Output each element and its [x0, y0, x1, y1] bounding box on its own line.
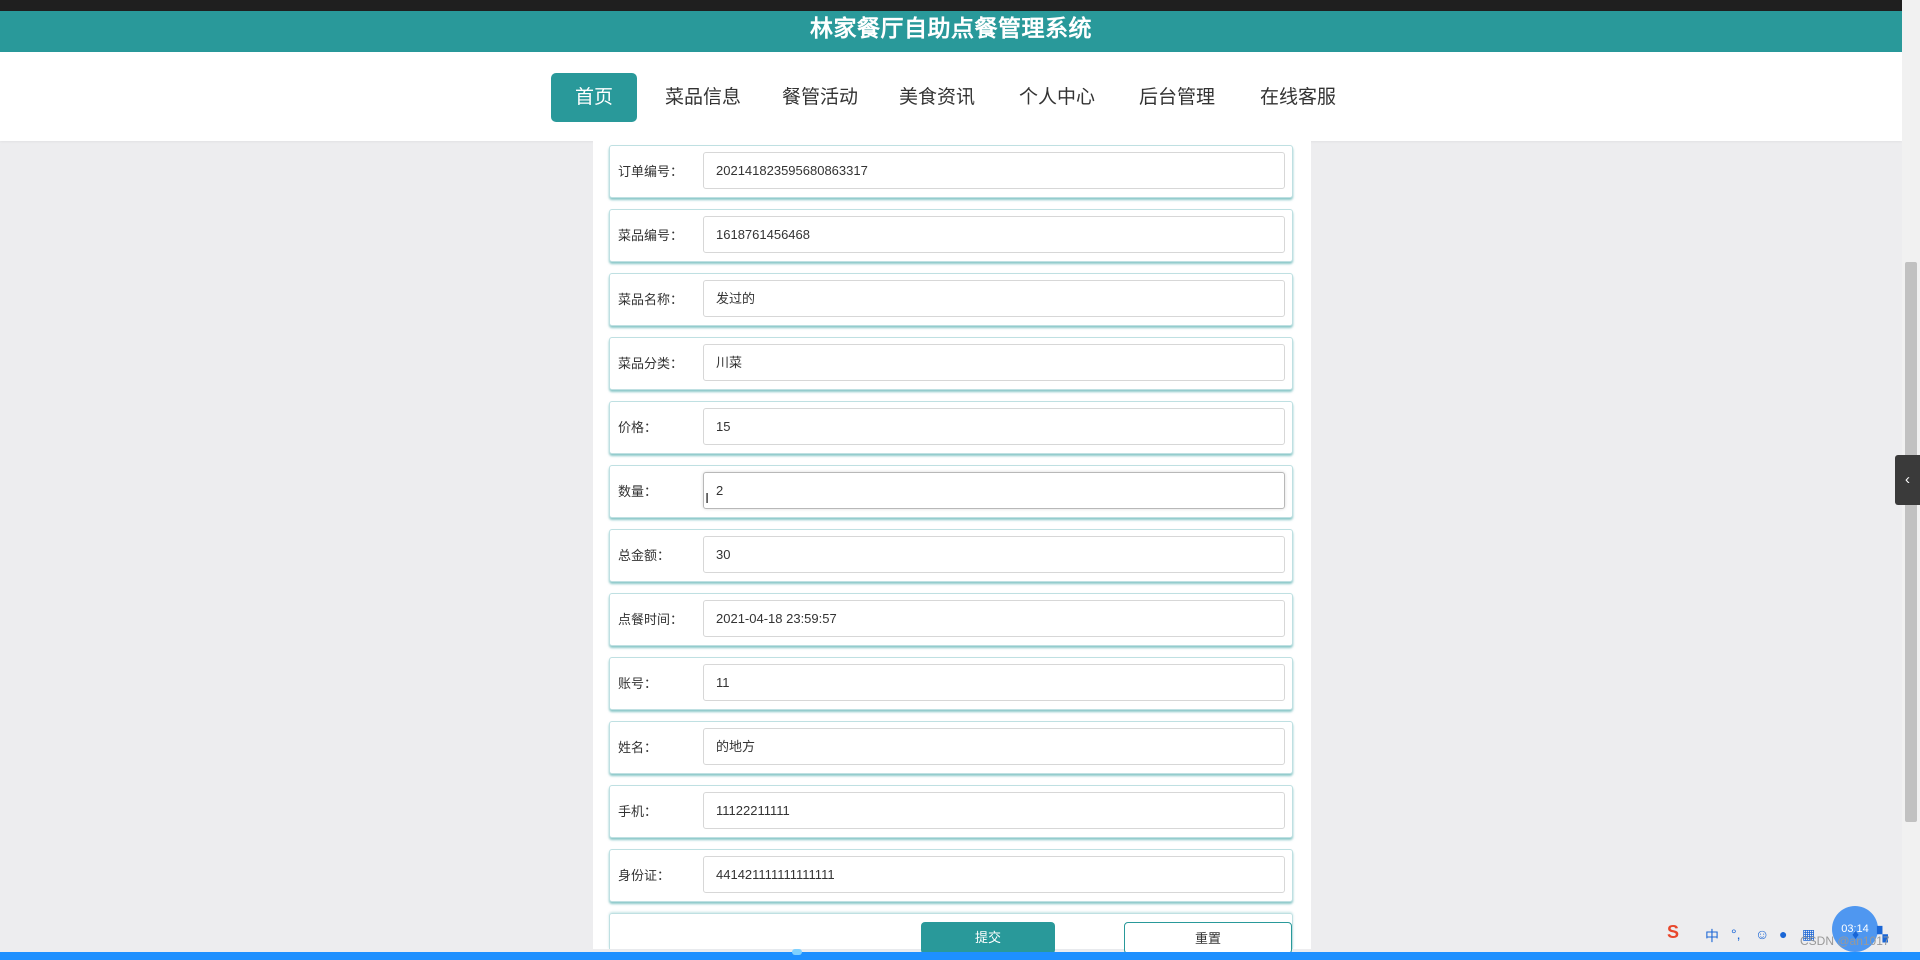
total-amount-field[interactable]: 30 — [703, 536, 1285, 573]
account-field[interactable]: 11 — [703, 664, 1285, 701]
field-label: 身份证： — [618, 868, 671, 883]
form-row-dish-number: 菜品编号： 1618761456468 — [609, 209, 1293, 262]
form-row-order-number: 订单编号： 202141823595680863317 — [609, 145, 1293, 198]
app-header: 林家餐厅自助点餐管理系统 — [0, 11, 1902, 52]
ime-mode-label[interactable]: 中 — [1705, 926, 1719, 946]
browser-top-bar — [0, 0, 1920, 11]
form-actions: 提交 重置 — [609, 913, 1293, 954]
watermark: CSDN @an1017 — [1800, 934, 1890, 948]
form-row-dish-category: 菜品分类： 川菜 — [609, 337, 1293, 390]
dish-number-field[interactable]: 1618761456468 — [703, 216, 1285, 253]
side-panel-toggle[interactable]: ‹ — [1895, 455, 1920, 505]
quantity-field[interactable]: 2 — [703, 472, 1285, 509]
form-row-phone: 手机： 11122211111 — [609, 785, 1293, 838]
field-label: 数量： — [618, 484, 658, 499]
main-nav: 首页 菜品信息 餐管活动 美食资讯 个人中心 后台管理 在线客服 — [0, 52, 1902, 141]
dish-category-field[interactable]: 川菜 — [703, 344, 1285, 381]
nav-item-customer-service[interactable]: 在线客服 — [1255, 73, 1341, 122]
form-row-id-card: 身份证： 441421111111111111 — [609, 849, 1293, 902]
form-row-total-amount: 总金额： 30 — [609, 529, 1293, 582]
name-field[interactable]: 的地方 — [703, 728, 1285, 765]
field-label: 菜品名称： — [618, 292, 684, 307]
nav-item-activities[interactable]: 餐管活动 — [777, 73, 863, 122]
field-label: 手机： — [618, 804, 658, 819]
field-label: 菜品分类： — [618, 356, 684, 371]
emoji-icon[interactable]: ☺ — [1755, 926, 1769, 942]
price-field[interactable]: 15 — [703, 408, 1285, 445]
chevron-left-icon: ‹ — [1905, 471, 1910, 488]
nav-item-admin[interactable]: 后台管理 — [1134, 73, 1220, 122]
field-label: 点餐时间： — [618, 612, 684, 627]
nav-item-home[interactable]: 首页 — [551, 73, 637, 122]
dish-name-field[interactable]: 发过的 — [703, 280, 1285, 317]
punctuation-icon[interactable]: °, — [1731, 926, 1741, 942]
nav-item-food-news[interactable]: 美食资讯 — [894, 73, 980, 122]
order-form-panel: 订单编号： 202141823595680863317 菜品编号： 161876… — [593, 141, 1311, 954]
scrollbar-thumb[interactable] — [1905, 262, 1917, 822]
text-cursor-icon: I — [705, 490, 710, 507]
form-row-dish-name: 菜品名称： 发过的 — [609, 273, 1293, 326]
phone-field[interactable]: 11122211111 — [703, 792, 1285, 829]
field-label: 菜品编号： — [618, 228, 684, 243]
order-number-field[interactable]: 202141823595680863317 — [703, 152, 1285, 189]
nav-item-personal-center[interactable]: 个人中心 — [1014, 73, 1100, 122]
submit-button[interactable]: 提交 — [921, 922, 1055, 954]
sogou-ime-icon[interactable]: S — [1667, 922, 1679, 943]
order-time-field[interactable]: 2021-04-18 23:59:57 — [703, 600, 1285, 637]
reset-button[interactable]: 重置 — [1124, 922, 1292, 954]
field-label: 价格： — [618, 420, 658, 435]
nav-item-dishes[interactable]: 菜品信息 — [660, 73, 746, 122]
taskbar — [0, 952, 1920, 960]
app-title: 林家餐厅自助点餐管理系统 — [810, 15, 1092, 41]
microphone-icon[interactable]: ● — [1779, 926, 1787, 942]
field-label: 订单编号： — [618, 164, 684, 179]
form-row-name: 姓名： 的地方 — [609, 721, 1293, 774]
field-label: 账号： — [618, 676, 658, 691]
field-label: 总金额： — [618, 548, 671, 563]
taskbar-indicator — [792, 949, 802, 955]
field-label: 姓名： — [618, 740, 658, 755]
id-card-field[interactable]: 441421111111111111 — [703, 856, 1285, 893]
form-row-account: 账号： 11 — [609, 657, 1293, 710]
form-row-price: 价格： 15 — [609, 401, 1293, 454]
form-row-order-time: 点餐时间： 2021-04-18 23:59:57 — [609, 593, 1293, 646]
